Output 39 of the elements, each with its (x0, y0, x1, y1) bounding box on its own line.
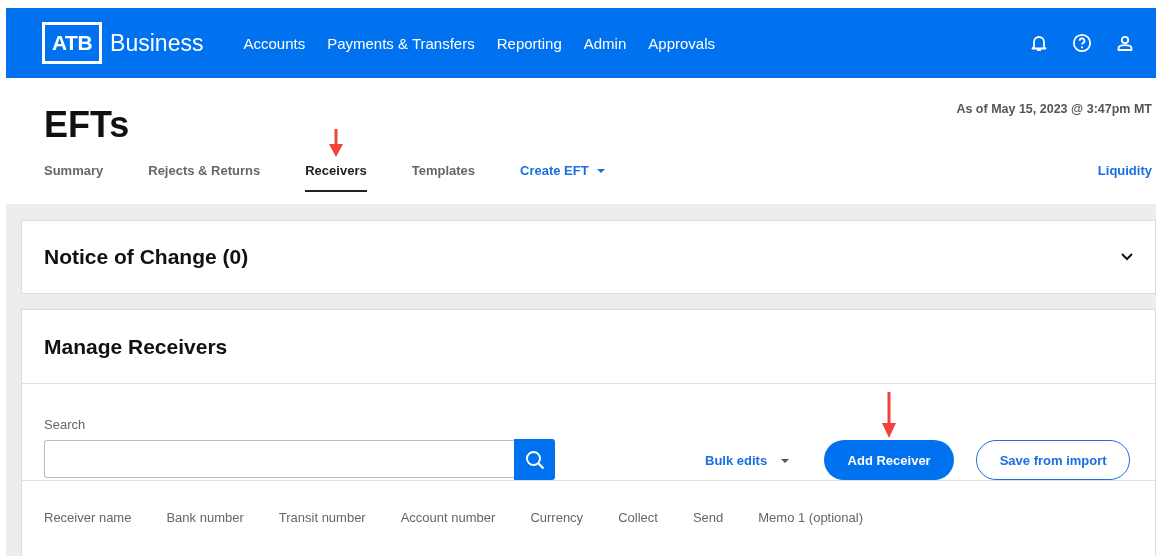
action-button[interactable]: Add Receiver (824, 440, 955, 480)
bell-icon[interactable] (1030, 34, 1048, 52)
annotation-arrow-icon (328, 129, 343, 157)
user-icon[interactable] (1116, 34, 1134, 52)
search-icon (524, 449, 545, 470)
help-icon[interactable] (1072, 33, 1092, 53)
section-title: Manage Receivers (44, 334, 228, 359)
nav-link[interactable]: Admin (583, 34, 627, 52)
column-header: Account number (400, 509, 496, 525)
column-header: Collect (618, 509, 658, 525)
nav-link[interactable]: Reporting (496, 34, 562, 52)
action-button[interactable]: Save from import (976, 440, 1131, 480)
bulk-edits-dropdown[interactable]: Bulk edits (705, 453, 790, 468)
logo-text: Business (110, 29, 204, 57)
section-title: Notice of Change (0) (44, 245, 249, 269)
timestamp: As of May 15, 2023 @ 3:47pm MT (956, 102, 1152, 116)
column-header: Currency (530, 509, 584, 525)
column-header: Transit number (278, 509, 366, 525)
search-label: Search (44, 417, 87, 432)
column-header: Bank number (166, 509, 244, 525)
nav-link[interactable]: Approvals (648, 34, 715, 52)
tab[interactable]: Rejects & Returns (148, 163, 261, 192)
page-title: EFTs (44, 104, 130, 146)
tab[interactable]: Templates (411, 163, 476, 192)
nav-link[interactable]: Payments & Transfers (327, 34, 475, 52)
column-header: Receiver name (44, 509, 132, 525)
create-eft-dropdown[interactable]: Create EFT (520, 163, 605, 192)
tab[interactable]: Receivers (305, 163, 367, 192)
logo-mark: ATB (42, 22, 103, 64)
tab[interactable]: Summary (44, 163, 104, 192)
column-header: Memo 1 (optional) (758, 509, 864, 525)
search-button[interactable] (514, 439, 555, 480)
chevron-icon[interactable] (1121, 253, 1133, 261)
nav-link[interactable]: Accounts (243, 34, 306, 52)
logo[interactable]: ATB Business (42, 22, 204, 64)
liquidity-link[interactable]: Liquidity (1097, 163, 1152, 192)
search-field[interactable] (44, 440, 514, 478)
column-header: Send (692, 509, 724, 525)
annotation-arrow-icon (882, 392, 897, 438)
